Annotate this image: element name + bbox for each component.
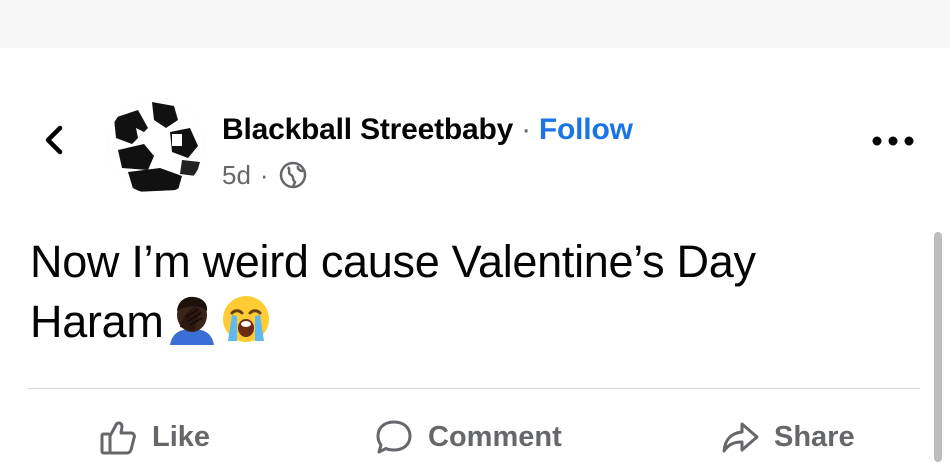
author-line: Blackball Streetbaby · Follow (222, 110, 633, 150)
back-button[interactable] (36, 122, 72, 162)
avatar[interactable] (108, 98, 204, 194)
comment-label: Comment (428, 420, 562, 453)
like-label: Like (152, 420, 211, 453)
loudly-crying-face-emoji (220, 293, 272, 345)
follow-link[interactable]: Follow (539, 113, 633, 147)
thumbs-up-icon (96, 415, 140, 459)
post-timestamp[interactable]: 5d (222, 160, 251, 191)
chevron-left-icon (43, 124, 65, 161)
comment-button[interactable]: Comment (372, 412, 562, 462)
author-separator: · (521, 113, 531, 146)
share-button[interactable]: Share (718, 412, 855, 462)
scrollbar[interactable] (934, 232, 942, 462)
meta-separator: · (259, 159, 269, 190)
post-text: Now I’m weird cause Valentine’s Day Hara… (30, 232, 910, 352)
author-name[interactable]: Blackball Streetbaby (222, 113, 513, 147)
like-button[interactable]: Like (96, 412, 210, 462)
post-text-line-1: Now I’m weird cause Valentine’s Day (30, 236, 756, 287)
divider (28, 388, 920, 389)
top-bar (0, 0, 950, 48)
face-palm-emoji (166, 293, 218, 345)
globe-icon[interactable] (278, 160, 308, 190)
post-text-line-2: Haram (30, 292, 910, 352)
post-text-line-2-words: Haram (30, 296, 164, 347)
comment-icon (372, 415, 416, 459)
more-options-button[interactable] (868, 128, 918, 158)
share-arrow-icon (718, 415, 762, 459)
more-horizontal-icon (871, 134, 915, 152)
share-label: Share (774, 420, 855, 453)
post-meta: 5d · (222, 157, 308, 193)
